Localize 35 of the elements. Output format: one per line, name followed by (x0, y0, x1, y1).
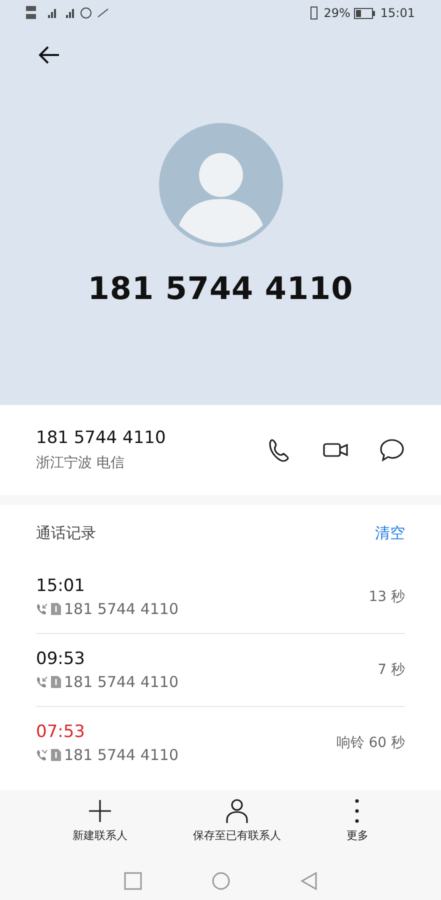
recent-apps-button[interactable] (124, 872, 142, 890)
call-duration: 响铃 60 秒 (336, 734, 405, 752)
back-nav-button[interactable] (300, 872, 318, 890)
incoming-call-icon (36, 676, 48, 688)
battery-percent: 29% (324, 6, 350, 20)
sim-icon (51, 603, 61, 615)
phone-number: 181 5744 4110 (36, 428, 167, 448)
more-icon (355, 798, 360, 824)
call-number: 181 5744 4110 (64, 673, 179, 691)
call-duration: 13 秒 (368, 588, 405, 606)
number-location: 浙江宁波 电信 (36, 454, 126, 472)
more-button[interactable]: 更多 (346, 798, 368, 858)
avatar-icon (158, 123, 282, 247)
clear-button[interactable]: 清空 (375, 524, 405, 542)
call-duration: 7 秒 (378, 661, 405, 679)
message-button[interactable] (379, 437, 405, 463)
incoming-call-icon (36, 603, 48, 615)
save-to-contact-button[interactable]: 保存至已有联系人 (192, 798, 281, 858)
call-number: 181 5744 4110 (64, 600, 179, 618)
call-time: 09:53 (36, 649, 86, 669)
missed-call-icon (36, 749, 48, 761)
section-title: 通话记录 (36, 524, 97, 542)
clock: 15:01 (380, 6, 415, 20)
plus-icon (87, 798, 114, 824)
call-time: 07:53 (36, 722, 86, 742)
call-time: 15:01 (36, 576, 86, 596)
vibrate-icon (308, 6, 320, 20)
contact-name: 181 5744 4110 (88, 271, 354, 307)
battery-icon (354, 8, 376, 18)
home-button[interactable] (212, 872, 230, 890)
person-icon (224, 798, 250, 824)
new-contact-button[interactable]: 新建联系人 (72, 798, 128, 858)
sim-icon (51, 749, 61, 761)
sim-icon (51, 676, 61, 688)
call-number: 181 5744 4110 (64, 746, 179, 764)
